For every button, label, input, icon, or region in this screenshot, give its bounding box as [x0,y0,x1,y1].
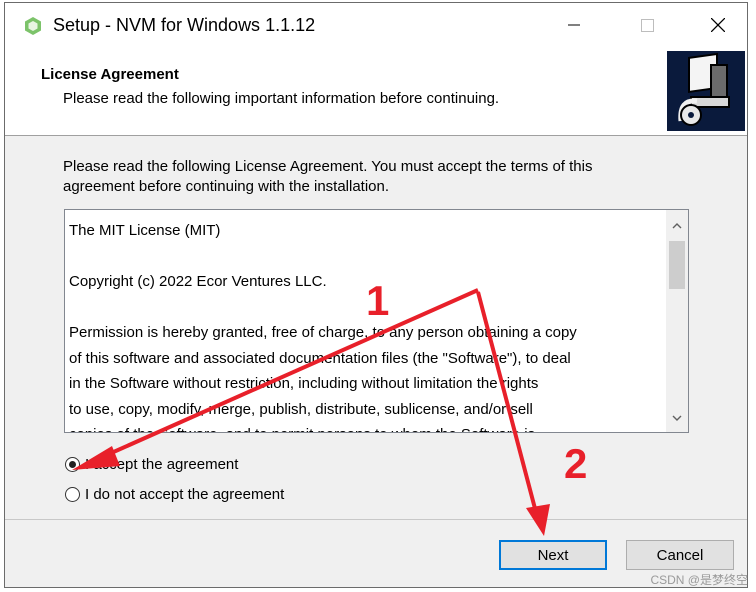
decline-label[interactable]: I do not accept the agreement [85,486,284,503]
intro-line-2: agreement before continuing with the ins… [63,178,390,195]
csdn-watermark: CSDN @是梦终空 [650,573,748,587]
license-text: The MIT License (MIT) Copyright (c) 2022… [69,218,659,432]
intro-line-1: Please read the following License Agreem… [63,158,593,175]
accept-label[interactable]: I accept the agreement [85,456,238,473]
close-icon [711,18,725,32]
title-bar: Setup - NVM for Windows 1.1.12 [5,3,747,47]
window-title: Setup - NVM for Windows 1.1.12 [53,15,316,35]
intro-text: Please read the following License Agreem… [63,157,683,197]
license-textbox[interactable]: The MIT License (MIT) Copyright (c) 2022… [64,209,689,433]
page-subtitle: Please read the following important info… [63,90,500,107]
license-line: The MIT License (MIT) [69,222,221,239]
license-line [69,244,659,270]
license-line: to use, copy, modify, merge, publish, di… [69,400,533,418]
nvm-app-icon [23,16,43,36]
page-title: License Agreement [41,66,179,83]
scrollbar-thumb[interactable] [669,241,685,289]
scroll-down-arrow-icon[interactable] [666,410,688,426]
license-line: of this software and associated document… [69,349,571,367]
decline-option[interactable]: I do not accept the agreement [65,482,284,506]
next-button[interactable]: Next [499,540,607,570]
installer-computer-logo [667,51,745,131]
license-line [69,295,659,321]
license-scrollbar[interactable] [666,210,688,432]
cancel-button[interactable]: Cancel [626,540,734,570]
license-line: Copyright (c) 2022 Ecor Ventures LLC. [69,273,327,290]
minimize-button[interactable] [545,3,603,47]
license-line: copies of the Software, and to permit pe… [69,422,659,432]
maximize-icon [640,18,654,32]
decline-radio[interactable] [65,486,80,502]
license-line: in the Software without restriction, inc… [69,375,539,392]
license-line: Permission is hereby granted, free of ch… [69,324,577,341]
scroll-up-arrow-icon[interactable] [666,218,688,234]
setup-window: Setup - NVM for Windows 1.1.12 License A… [4,2,748,588]
minimize-icon [568,24,580,26]
wizard-header: License Agreement Please read the follow… [5,47,747,136]
accept-option[interactable]: I accept the agreement [65,452,238,476]
footer-divider [5,519,747,520]
close-button[interactable] [689,3,747,47]
maximize-button[interactable] [618,3,676,47]
accept-radio[interactable] [65,456,80,472]
